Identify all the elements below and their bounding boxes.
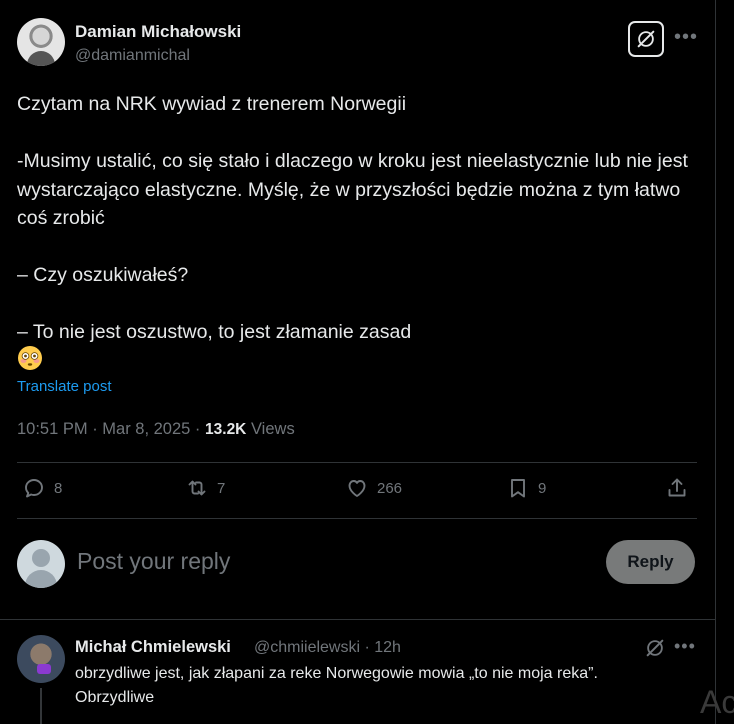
- action-bar: 8 7 266 9: [17, 476, 697, 506]
- reply-icon: [25, 479, 43, 498]
- repost-action[interactable]: 7: [185, 476, 225, 500]
- repost-count: 7: [217, 479, 226, 497]
- reply-author-handle[interactable]: @chmiielewski · 12h: [254, 639, 401, 657]
- divider: [17, 518, 697, 519]
- author-handle[interactable]: @damianmichal: [75, 47, 190, 65]
- bookmark-icon: [511, 479, 525, 498]
- like-count: 266: [377, 479, 403, 497]
- edge-text: Ac: [700, 684, 734, 720]
- grok-icon: [637, 30, 655, 48]
- reply-text: obrzydliwe jest, jak złapani za reke Nor…: [75, 665, 598, 706]
- flushed-face-icon: [18, 346, 42, 370]
- divider: [17, 462, 697, 463]
- grok-button[interactable]: [628, 21, 664, 57]
- reply-author-name[interactable]: Michał Chmielewski: [75, 638, 231, 657]
- user-avatar[interactable]: [17, 540, 65, 588]
- reply-author-avatar[interactable]: [17, 635, 65, 683]
- post-text: Czytam na NRK wywiad z trenerem Norwegii…: [17, 93, 688, 343]
- more-icon[interactable]: •••: [674, 636, 696, 657]
- post-timestamp[interactable]: 10:51 PM · Mar 8, 2025 ·: [17, 420, 205, 438]
- share-action[interactable]: [665, 476, 689, 500]
- author-name[interactable]: Damian Michałowski: [75, 22, 241, 42]
- repost-icon: [188, 480, 206, 496]
- post-detail-column: Damian Michałowski @damianmichal ••• Czy…: [0, 0, 716, 724]
- heart-icon: [348, 480, 366, 497]
- views-label: Views: [246, 420, 295, 438]
- reply-count: 8: [54, 479, 63, 497]
- reply-action[interactable]: 8: [22, 476, 62, 500]
- views-count: 13.2K: [205, 421, 247, 438]
- more-icon[interactable]: •••: [674, 26, 698, 49]
- reply-input[interactable]: Post your reply: [77, 548, 230, 575]
- translate-post-link[interactable]: Translate post: [17, 378, 112, 395]
- reply-button[interactable]: Reply: [606, 540, 695, 584]
- bookmark-action[interactable]: 9: [506, 476, 546, 500]
- divider: [0, 619, 716, 620]
- share-icon: [668, 478, 686, 497]
- author-avatar[interactable]: [17, 18, 65, 66]
- thread-line: [40, 688, 42, 724]
- grok-icon[interactable]: [644, 637, 666, 659]
- bookmark-count: 9: [538, 479, 547, 497]
- post-meta: 10:51 PM · Mar 8, 2025 · 13.2K Views: [17, 420, 295, 439]
- like-action[interactable]: 266: [345, 476, 402, 500]
